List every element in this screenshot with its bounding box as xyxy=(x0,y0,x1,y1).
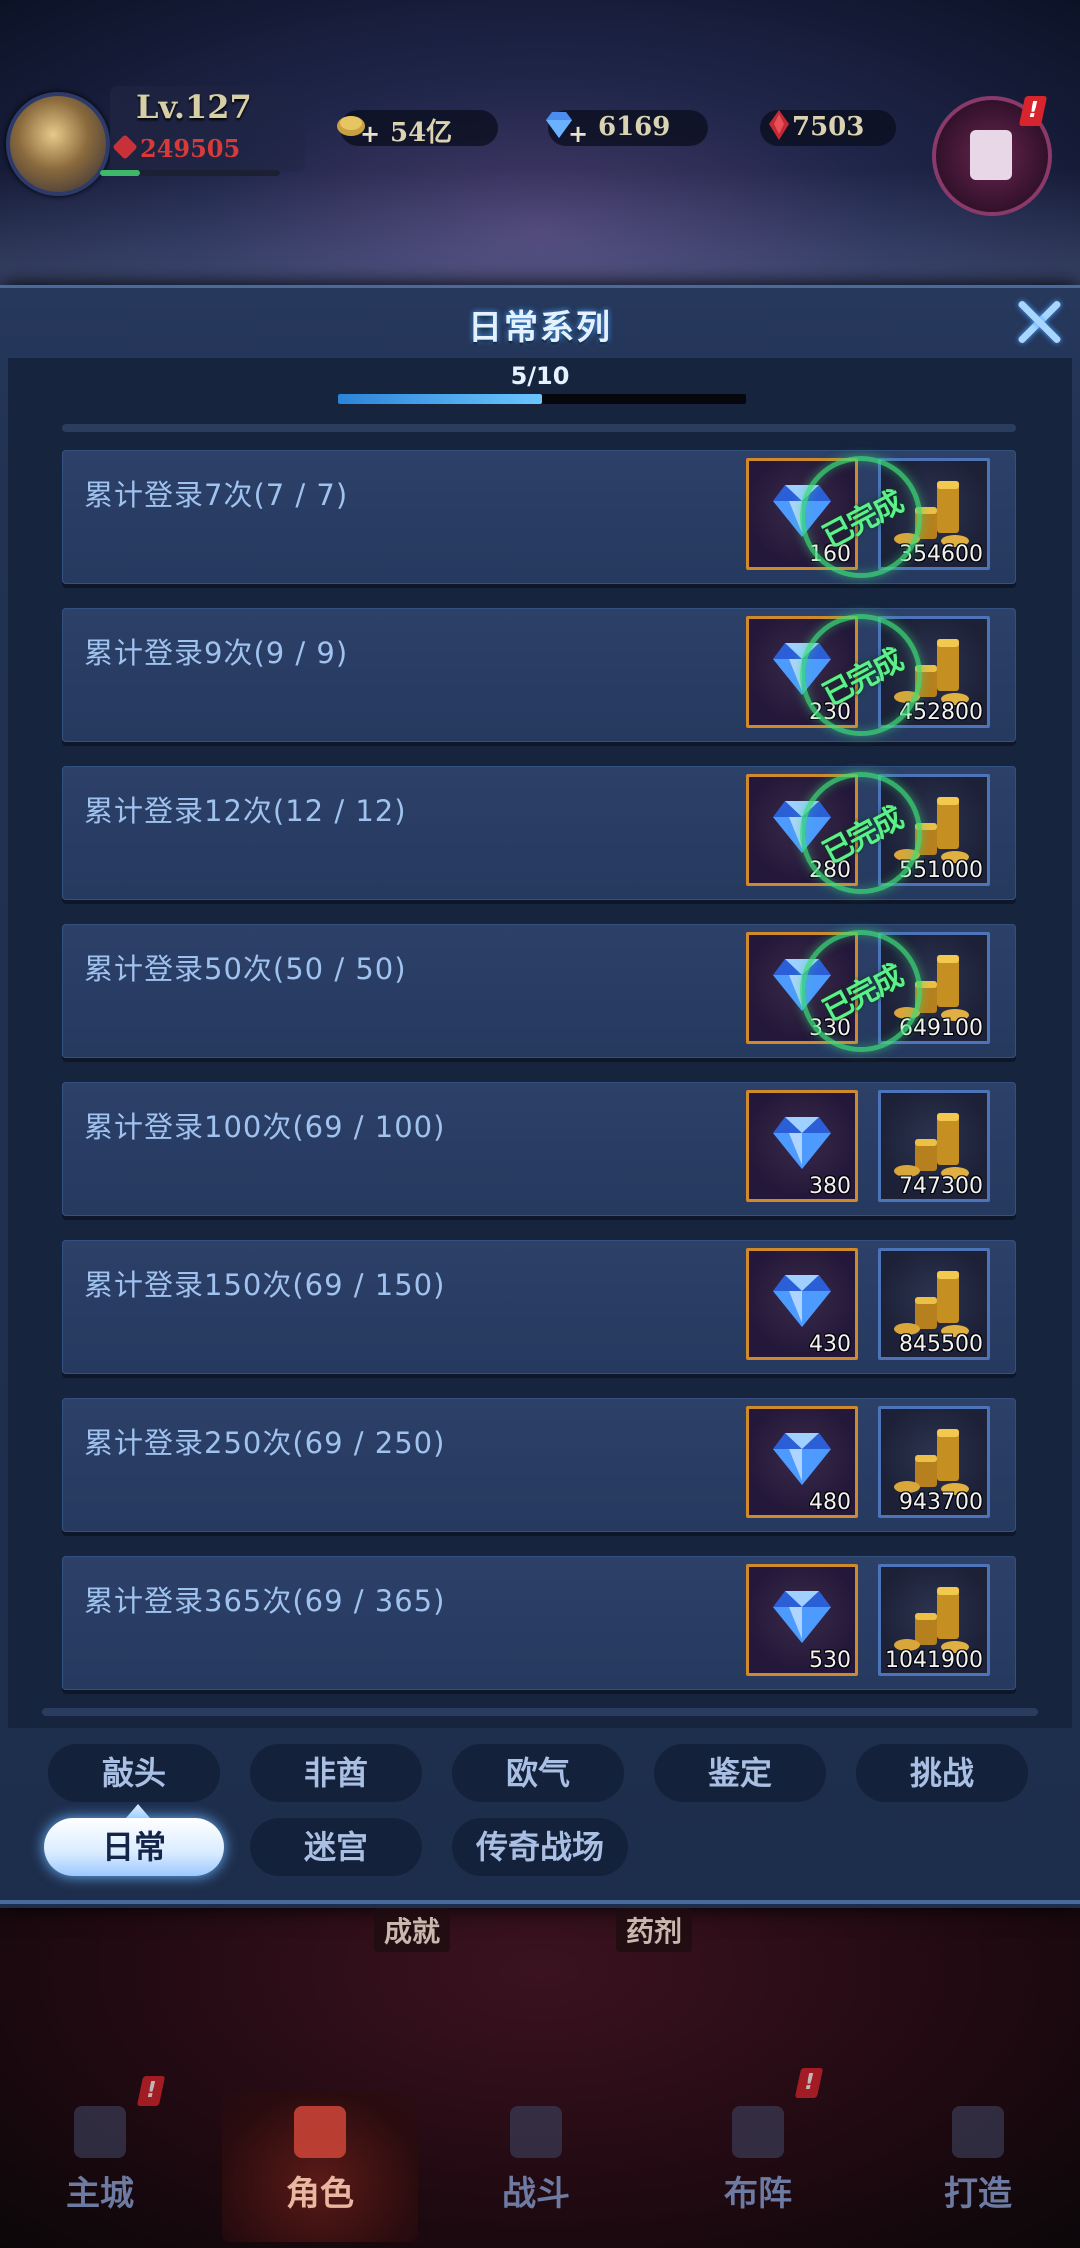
helmet-icon xyxy=(294,2106,346,2158)
nav-label: 打造 xyxy=(944,2174,1012,2214)
task-label: 累计登录250次(69 / 250) xyxy=(84,1426,446,1460)
reward-gold-qty: 845500 xyxy=(899,1332,983,1357)
task-label: 累计登录100次(69 / 100) xyxy=(84,1110,446,1144)
nav-label: 布阵 xyxy=(724,2174,792,2214)
tab-qiaotou[interactable]: 敲头 xyxy=(48,1744,220,1802)
crossed-swords-icon xyxy=(510,2106,562,2158)
nav-battle[interactable]: 战斗 xyxy=(466,2100,606,2220)
tab-feiqiu[interactable]: 非酋 xyxy=(250,1744,422,1802)
gold-value: 54亿 xyxy=(390,118,453,148)
tab-tiaozhan[interactable]: 挑战 xyxy=(856,1744,1028,1802)
tab-richang[interactable]: 日常 xyxy=(44,1818,224,1876)
nav-label: 主城 xyxy=(66,2174,134,2214)
ruby-resource[interactable]: 7503 xyxy=(760,110,896,146)
player-avatar[interactable] xyxy=(6,92,110,196)
task-row: 累计登录100次(69 / 100) 380 747300 xyxy=(62,1082,1016,1216)
completed-stamp-text: 已完成 xyxy=(817,484,908,556)
completed-stamp-text: 已完成 xyxy=(817,800,908,872)
tab-jianding[interactable]: 鉴定 xyxy=(654,1744,826,1802)
task-label: 累计登录9次(9 / 9) xyxy=(84,636,349,670)
completed-stamp-text: 已完成 xyxy=(817,958,908,1030)
task-label: 累计登录150次(69 / 150) xyxy=(84,1268,446,1302)
reward-gold-qty: 943700 xyxy=(899,1490,983,1515)
reward-diamond-qty: 380 xyxy=(809,1174,851,1199)
task-row: 累计登录250次(69 / 250) 480 943700 xyxy=(62,1398,1016,1532)
task-label: 累计登录12次(12 / 12) xyxy=(84,794,407,828)
list-divider-bottom xyxy=(42,1708,1038,1716)
task-row: 累计登录150次(69 / 150) 430 845500 xyxy=(62,1240,1016,1374)
progress-text: 5/10 xyxy=(510,362,570,390)
completed-stamp-text: 已完成 xyxy=(817,642,908,714)
tab-chuanqi-zhanchang[interactable]: 传奇战场 xyxy=(452,1818,628,1876)
add-gold-icon[interactable]: + xyxy=(360,122,380,146)
nav-formation[interactable]: 布阵 xyxy=(688,2100,828,2220)
progress-bar xyxy=(338,394,746,404)
formation-icon xyxy=(732,2106,784,2158)
reward-gold-slot[interactable]: 943700 xyxy=(878,1406,990,1518)
active-tab-pointer xyxy=(126,1804,150,1818)
nav-label: 角色 xyxy=(286,2174,354,2214)
task-row: 累计登录7次(7 / 7) 160 354600 已完成 xyxy=(62,450,1016,584)
diamond-icon xyxy=(773,1591,831,1643)
gold-coins-icon xyxy=(894,1587,969,1653)
achievement-label[interactable]: 成就 xyxy=(374,1908,451,1952)
list-divider-top xyxy=(62,424,1016,432)
diamond-icon xyxy=(773,1275,831,1327)
tab-ouqi[interactable]: 欧气 xyxy=(452,1744,624,1802)
reward-gold-slot[interactable]: 1041900 xyxy=(878,1564,990,1676)
reward-diamond-slot[interactable]: 530 xyxy=(746,1564,858,1676)
exp-bar xyxy=(100,170,280,176)
diamond-value: 6169 xyxy=(598,112,671,142)
reward-gold-qty: 747300 xyxy=(899,1174,983,1199)
diamond-icon xyxy=(773,1117,831,1169)
completed-stamp: 已完成 xyxy=(800,772,922,894)
gold-coins-icon xyxy=(894,1113,969,1179)
reward-diamond-qty: 530 xyxy=(809,1648,851,1673)
reward-diamond-qty: 480 xyxy=(809,1490,851,1515)
nav-forge[interactable]: 打造 xyxy=(908,2100,1048,2220)
task-row: 累计登录50次(50 / 50) 330 649100 已完成 xyxy=(62,924,1016,1058)
progress-bar-fill xyxy=(338,394,542,404)
anvil-icon xyxy=(952,2106,1004,2158)
exp-bar-fill xyxy=(100,170,140,176)
close-icon[interactable] xyxy=(1015,298,1063,346)
ruby-icon xyxy=(769,110,789,140)
task-label: 累计登录365次(69 / 365) xyxy=(84,1584,446,1618)
reward-diamond-qty: 430 xyxy=(809,1332,851,1357)
diamond-resource[interactable]: + 6169 xyxy=(546,110,708,146)
reward-gold-slot[interactable]: 747300 xyxy=(878,1090,990,1202)
nav-label: 战斗 xyxy=(502,2174,570,2214)
panel-title: 日常系列 xyxy=(468,308,612,348)
potion-label[interactable]: 药剂 xyxy=(616,1908,693,1952)
task-row: 累计登录12次(12 / 12) 280 551000 已完成 xyxy=(62,766,1016,900)
nav-character[interactable]: 角色 xyxy=(250,2100,390,2220)
scroll-icon xyxy=(970,130,1012,180)
task-label: 累计登录7次(7 / 7) xyxy=(84,478,349,512)
reward-diamond-slot[interactable]: 430 xyxy=(746,1248,858,1360)
gold-coins-icon xyxy=(894,1271,969,1337)
tab-migong[interactable]: 迷宫 xyxy=(250,1818,422,1876)
reward-diamond-slot[interactable]: 380 xyxy=(746,1090,858,1202)
completed-stamp: 已完成 xyxy=(800,614,922,736)
gold-resource[interactable]: + 54亿 xyxy=(337,110,498,148)
player-level: Lv.127 xyxy=(136,88,252,126)
reward-gold-slot[interactable]: 845500 xyxy=(878,1248,990,1360)
panel-bottom-edge xyxy=(0,1900,1080,1904)
add-diamond-icon[interactable]: + xyxy=(568,122,588,146)
task-row: 累计登录9次(9 / 9) 230 452800 已完成 xyxy=(62,608,1016,742)
player-power: 249505 xyxy=(140,134,241,163)
nav-main-city[interactable]: 主城 xyxy=(30,2100,170,2220)
task-label: 累计登录50次(50 / 50) xyxy=(84,952,407,986)
ruby-value: 7503 xyxy=(792,112,865,142)
task-row: 累计登录365次(69 / 365) 530 1041900 xyxy=(62,1556,1016,1690)
reward-gold-qty: 1041900 xyxy=(885,1648,983,1673)
completed-stamp: 已完成 xyxy=(800,456,922,578)
gold-coins-icon xyxy=(894,1429,969,1495)
diamond-icon xyxy=(773,1433,831,1485)
castle-icon xyxy=(74,2106,126,2158)
reward-diamond-slot[interactable]: 480 xyxy=(746,1406,858,1518)
completed-stamp: 已完成 xyxy=(800,930,922,1052)
